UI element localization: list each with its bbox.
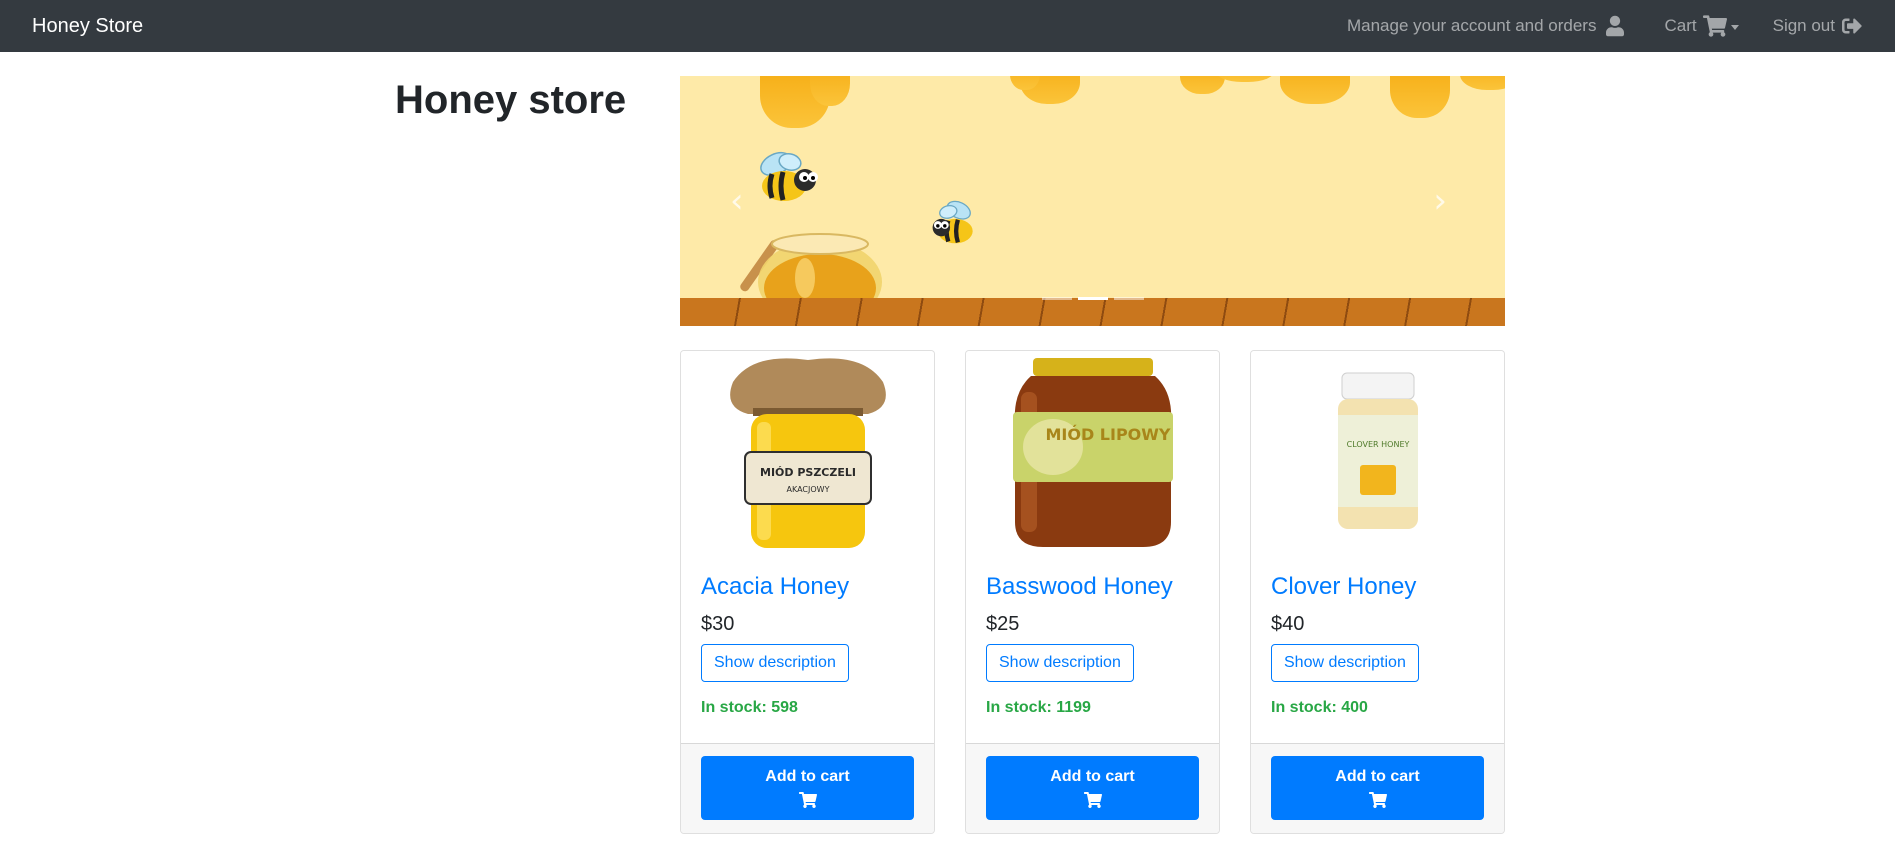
top-navbar: Honey Store Manage your account and orde… xyxy=(0,0,1895,52)
product-image: MIÓD PSZCZELI AKACJOWY xyxy=(681,351,934,553)
clover-label-text: CLOVER HONEY xyxy=(1346,440,1409,449)
brand-link[interactable]: Honey Store xyxy=(32,15,143,38)
add-to-cart-button[interactable]: Add to cart xyxy=(986,756,1199,820)
bee-illustration xyxy=(760,151,818,201)
product-title[interactable]: Basswood Honey xyxy=(986,573,1173,601)
add-to-cart-button[interactable]: Add to cart xyxy=(701,756,914,820)
product-title[interactable]: Acacia Honey xyxy=(701,573,849,601)
honey-drip xyxy=(1180,76,1225,94)
sign-out-link[interactable]: Sign out xyxy=(1773,16,1863,36)
card-footer: Add to cart xyxy=(966,743,1219,833)
honey-drip xyxy=(1460,76,1505,90)
banner-carousel[interactable]: ‹ › xyxy=(680,76,1505,326)
clover-honey-jar-image: CLOVER HONEY xyxy=(1337,372,1418,529)
page-title: Honey store xyxy=(395,78,627,122)
show-description-button[interactable]: Show description xyxy=(701,644,849,682)
basswood-label-text: MIÓD LIPOWY xyxy=(1045,425,1170,444)
shopping-cart-icon xyxy=(1083,792,1102,808)
card-footer: Add to cart xyxy=(1251,743,1504,833)
cart-label: Cart xyxy=(1664,16,1697,35)
shopping-cart-icon xyxy=(798,792,817,808)
show-description-button[interactable]: Show description xyxy=(986,644,1134,682)
product-price: $30 xyxy=(701,613,735,635)
product-image: CLOVER HONEY xyxy=(1251,351,1504,553)
add-to-cart-label: Add to cart xyxy=(1335,768,1420,785)
account-link[interactable]: Manage your account and orders xyxy=(1347,15,1625,37)
navbar-menu: Manage your account and orders Cart Sign… xyxy=(1347,0,1863,52)
add-to-cart-button[interactable]: Add to cart xyxy=(1271,756,1484,820)
add-to-cart-label: Add to cart xyxy=(1050,768,1135,785)
acacia-label-text: MIÓD PSZCZELI xyxy=(760,466,856,479)
shopping-cart-icon xyxy=(1368,792,1387,808)
shopping-cart-icon xyxy=(1702,15,1727,37)
acacia-label-sub: AKACJOWY xyxy=(786,485,829,494)
product-price: $25 xyxy=(986,613,1020,635)
product-title[interactable]: Clover Honey xyxy=(1271,573,1416,601)
sign-out-label: Sign out xyxy=(1772,16,1835,35)
show-description-button[interactable]: Show description xyxy=(1271,644,1419,682)
carousel-indicator[interactable] xyxy=(1041,297,1072,300)
product-card: MIÓD LIPOWY Basswood Honey $25 Show desc… xyxy=(965,350,1220,834)
chevron-left-icon[interactable]: ‹ xyxy=(730,184,744,218)
stock-status: In stock: 598 xyxy=(701,699,798,716)
honey-drip xyxy=(1280,76,1350,104)
product-card: MIÓD PSZCZELI AKACJOWY Acacia Honey $30 … xyxy=(680,350,935,834)
carousel-indicators xyxy=(1041,297,1144,300)
chevron-down-icon xyxy=(1730,24,1739,30)
user-icon xyxy=(1606,15,1625,37)
chevron-right-icon[interactable]: › xyxy=(1433,184,1447,218)
stock-status: In stock: 400 xyxy=(1271,699,1368,716)
product-image: MIÓD LIPOWY xyxy=(966,351,1219,553)
honey-drip xyxy=(1390,76,1450,118)
add-to-cart-label: Add to cart xyxy=(765,768,850,785)
account-link-label: Manage your account and orders xyxy=(1346,16,1597,35)
wooden-floor xyxy=(680,298,1505,326)
card-footer: Add to cart xyxy=(681,743,934,833)
carousel-indicator-active[interactable] xyxy=(1077,297,1108,300)
cart-dropdown[interactable]: Cart xyxy=(1664,15,1739,37)
bee-illustration xyxy=(932,200,973,244)
stock-status: In stock: 1199 xyxy=(986,699,1091,716)
product-card: CLOVER HONEY Clover Honey $40 Show descr… xyxy=(1250,350,1505,834)
basswood-honey-jar-image: MIÓD LIPOWY xyxy=(1012,358,1173,547)
carousel-indicator[interactable] xyxy=(1113,297,1144,300)
acacia-honey-jar-image: MIÓD PSZCZELI AKACJOWY xyxy=(729,358,886,548)
product-price: $40 xyxy=(1271,613,1305,635)
sign-out-icon xyxy=(1842,18,1862,34)
